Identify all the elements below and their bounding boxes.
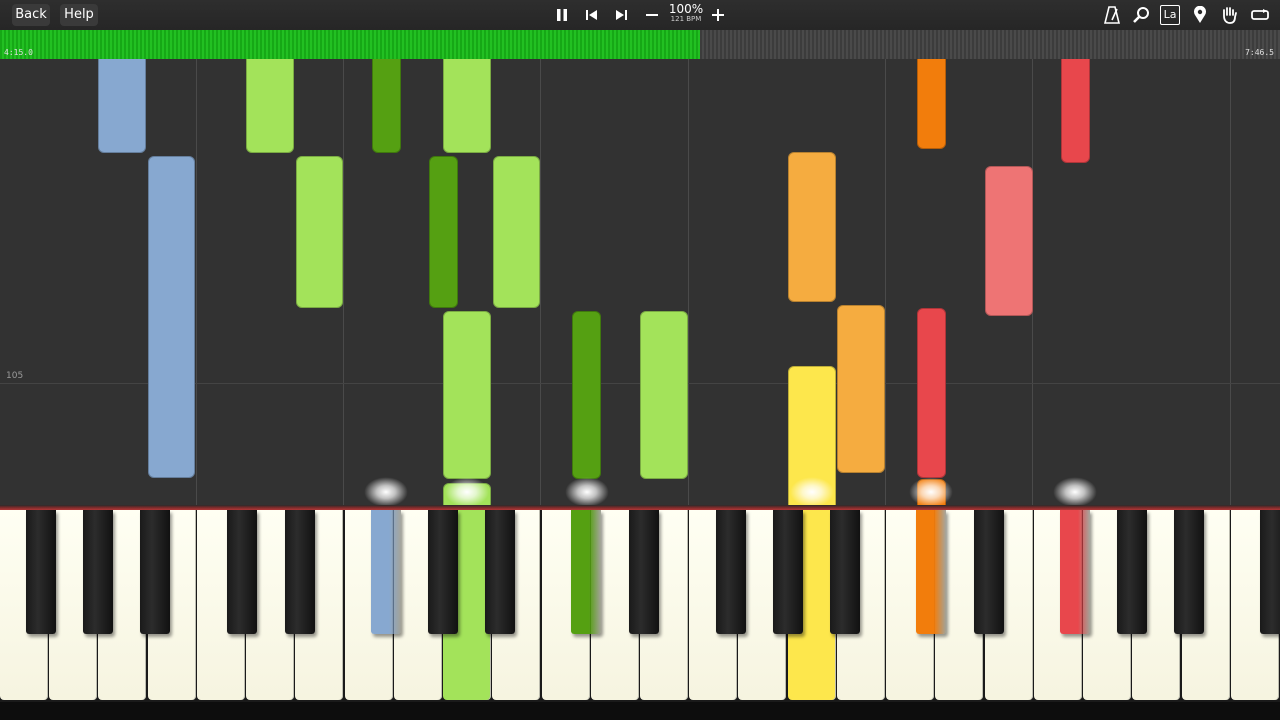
note-red <box>1061 59 1090 163</box>
marker-icon[interactable] <box>1188 4 1212 26</box>
minus-icon[interactable] <box>640 4 664 26</box>
loop-icon[interactable] <box>1248 4 1272 26</box>
note-dark-green <box>572 311 601 479</box>
note-light-green <box>246 59 294 153</box>
octave-divider <box>196 59 197 505</box>
note-blue <box>98 59 146 153</box>
black-key[interactable] <box>485 510 515 634</box>
note-light-green <box>443 311 491 479</box>
note-orange <box>837 305 885 473</box>
black-key[interactable] <box>83 510 113 634</box>
help-button[interactable]: Help <box>60 4 98 26</box>
pause-icon[interactable] <box>550 4 574 26</box>
note-light-green <box>443 59 491 153</box>
timeline-progress <box>0 30 701 59</box>
black-key[interactable] <box>1117 510 1147 634</box>
black-key-pressed[interactable] <box>916 510 946 634</box>
note-light-green <box>640 311 688 479</box>
black-key-pressed[interactable] <box>1060 510 1090 634</box>
black-key[interactable] <box>773 510 803 634</box>
octave-divider <box>343 59 344 505</box>
octave-divider <box>540 59 541 505</box>
back-button[interactable]: Back <box>12 4 50 26</box>
note-pink <box>985 166 1033 316</box>
note-dark-orange <box>917 59 946 149</box>
octave-divider <box>885 59 886 505</box>
black-key-pressed[interactable] <box>571 510 601 634</box>
tempo-bpm: 121 BPM <box>670 15 702 23</box>
plus-icon[interactable] <box>706 4 730 26</box>
octave-divider <box>688 59 689 505</box>
note-light-green <box>493 156 540 308</box>
piano-roll: 105 <box>0 59 1280 505</box>
note-hit-glow <box>790 477 834 505</box>
timeline-scrubber[interactable]: 4:15.0 7:46.5 <box>0 30 1280 59</box>
note-orange <box>788 152 836 302</box>
octave-divider <box>1230 59 1231 505</box>
bottom-bar <box>0 702 1280 720</box>
black-key[interactable] <box>716 510 746 634</box>
note-dark-green <box>372 59 401 153</box>
note-hit-glow <box>364 477 408 505</box>
total-time: 7:46.5 <box>1245 48 1274 57</box>
label-icon-text: La <box>1160 5 1180 25</box>
hand-icon[interactable] <box>1217 4 1241 26</box>
measure-number: 105 <box>6 371 24 381</box>
note-dark-green <box>429 156 458 308</box>
black-key[interactable] <box>227 510 257 634</box>
note-hit-glow <box>1053 477 1097 505</box>
black-key[interactable] <box>26 510 56 634</box>
black-key[interactable] <box>140 510 170 634</box>
black-key[interactable] <box>974 510 1004 634</box>
black-key-pressed[interactable] <box>371 510 401 634</box>
toolbar: Back Help 100% 121 BPM La <box>0 0 1280 30</box>
note-hit-glow <box>909 477 953 505</box>
next-icon[interactable] <box>609 4 633 26</box>
note-blue <box>148 156 195 478</box>
speed-percent: 100% <box>668 2 704 16</box>
current-time: 4:15.0 <box>4 48 33 57</box>
note-red <box>917 308 946 478</box>
piano-keyboard[interactable] <box>0 510 1280 702</box>
note-hit-glow <box>445 477 489 505</box>
metronome-icon[interactable] <box>1100 4 1124 26</box>
black-key[interactable] <box>1174 510 1204 634</box>
black-key[interactable] <box>285 510 315 634</box>
black-key[interactable] <box>629 510 659 634</box>
previous-icon[interactable] <box>580 4 604 26</box>
speed-readout: 100% 121 BPM <box>668 3 704 24</box>
black-key[interactable] <box>1260 510 1280 634</box>
black-key[interactable] <box>830 510 860 634</box>
magnifier-icon[interactable] <box>1129 4 1153 26</box>
note-hit-glow <box>565 477 609 505</box>
label-icon[interactable]: La <box>1158 4 1182 26</box>
note-light-green <box>296 156 343 308</box>
black-key[interactable] <box>428 510 458 634</box>
